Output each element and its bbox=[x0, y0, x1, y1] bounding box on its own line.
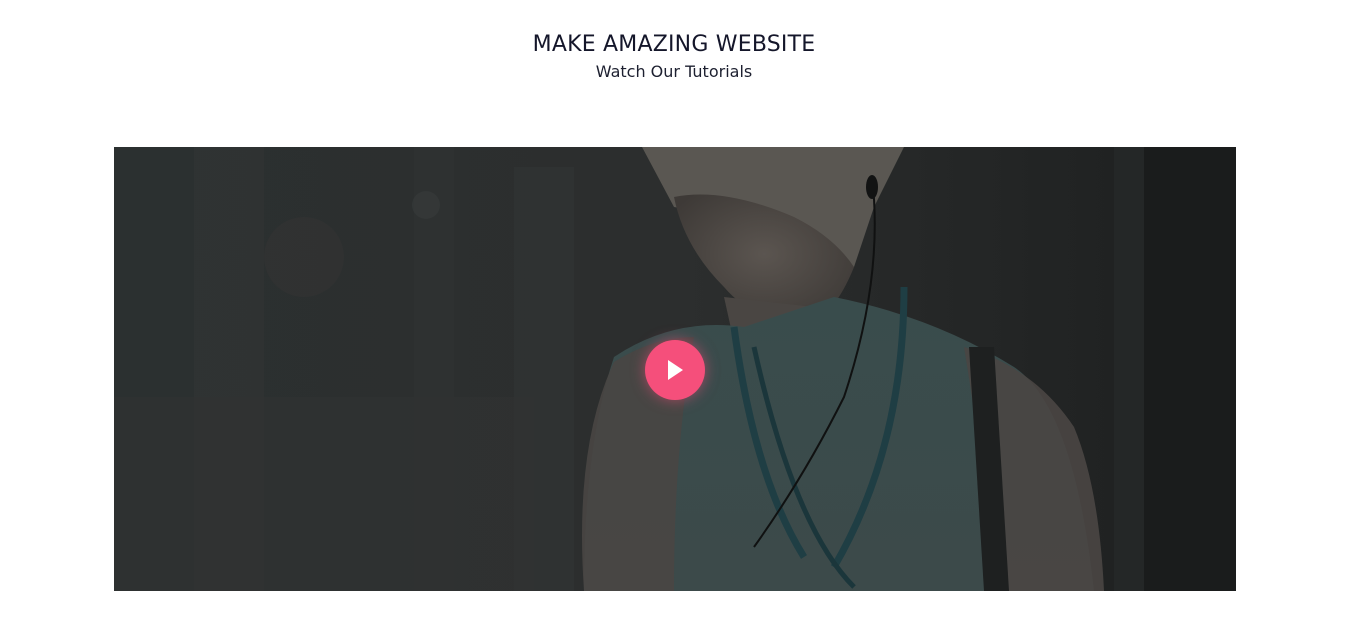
section-heading: MAKE AMAZING WEBSITE Watch Our Tutorials bbox=[0, 31, 1348, 83]
section-subtitle: Watch Our Tutorials bbox=[595, 62, 753, 81]
video-player[interactable] bbox=[114, 147, 1236, 591]
play-button[interactable] bbox=[645, 340, 705, 400]
page: MAKE AMAZING WEBSITE Watch Our Tutorials bbox=[0, 0, 1348, 631]
play-icon bbox=[668, 360, 683, 380]
section-title: MAKE AMAZING WEBSITE bbox=[532, 32, 816, 57]
